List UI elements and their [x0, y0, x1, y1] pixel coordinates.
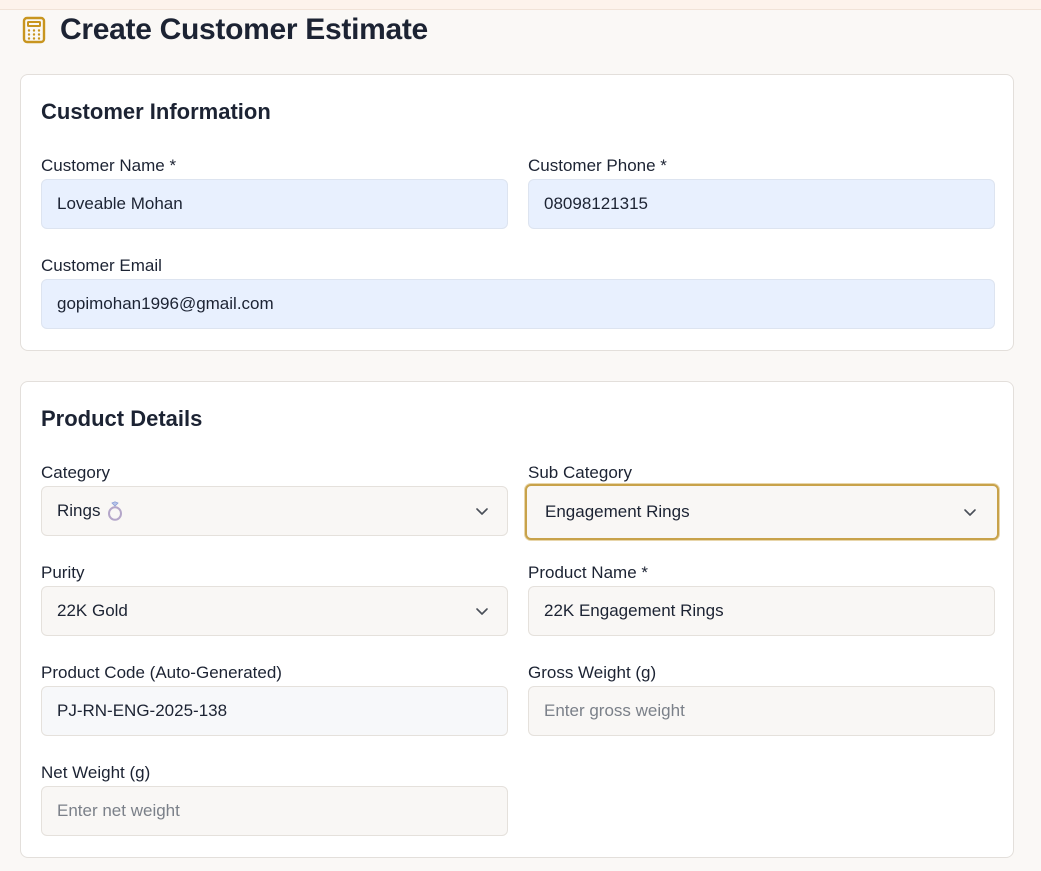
- purity-label: Purity: [41, 563, 85, 582]
- category-select[interactable]: Rings: [41, 486, 508, 536]
- product-code-field: Product Code (Auto-Generated) PJ-RN-ENG-…: [41, 662, 508, 736]
- customer-email-field: Customer Email gopimohan1996@gmail.com: [41, 255, 995, 329]
- gross-weight-input[interactable]: Enter gross weight: [528, 686, 995, 736]
- purity-value: 22K Gold: [57, 601, 128, 620]
- product-code-label: Product Code (Auto-Generated): [41, 663, 282, 682]
- product-name-field: Product Name * 22K Engagement Rings: [528, 562, 995, 636]
- section-title-customer: Customer Information: [41, 99, 271, 124]
- net-weight-input[interactable]: Enter net weight: [41, 786, 508, 836]
- customer-phone-value: 08098121315: [544, 194, 649, 213]
- customer-name-value: Loveable Mohan: [57, 194, 183, 213]
- section-title-product: Product Details: [41, 406, 203, 431]
- ring-icon: [107, 501, 123, 521]
- sub-category-value: Engagement Rings: [545, 502, 690, 521]
- chevron-down-icon: [476, 508, 488, 515]
- purity-field: Purity 22K Gold: [41, 562, 508, 636]
- gross-weight-placeholder: Enter gross weight: [544, 701, 685, 720]
- customer-email-label: Customer Email: [41, 256, 162, 275]
- customer-phone-input[interactable]: 08098121315: [528, 179, 995, 229]
- category-field: Category Rings: [41, 462, 508, 536]
- top-strip: [0, 0, 1041, 10]
- customer-phone-field: Customer Phone * 08098121315: [528, 155, 995, 229]
- customer-email-value: gopimohan1996@gmail.com: [57, 294, 274, 313]
- product-details-card: Product Details Category Rings Sub Categ…: [20, 381, 1014, 858]
- product-name-value: 22K Engagement Rings: [544, 601, 724, 620]
- net-weight-field: Net Weight (g) Enter net weight: [41, 762, 508, 836]
- customer-information-card: Customer Information Customer Name * Lov…: [20, 74, 1014, 351]
- net-weight-placeholder: Enter net weight: [57, 801, 180, 820]
- chevron-down-icon: [964, 509, 976, 516]
- page-title: Create Customer Estimate: [60, 13, 428, 46]
- category-value: Rings: [57, 501, 101, 520]
- net-weight-label: Net Weight (g): [41, 763, 151, 782]
- product-name-label: Product Name *: [528, 563, 648, 582]
- sub-category-select[interactable]: Engagement Rings: [525, 484, 999, 540]
- product-name-input[interactable]: 22K Engagement Rings: [528, 586, 995, 636]
- customer-email-input[interactable]: gopimohan1996@gmail.com: [41, 279, 995, 329]
- product-code-value: PJ-RN-ENG-2025-138: [57, 701, 228, 720]
- purity-select[interactable]: 22K Gold: [41, 586, 508, 636]
- page-header: Create Customer Estimate: [22, 13, 428, 46]
- category-label: Category: [41, 463, 110, 482]
- gross-weight-label: Gross Weight (g): [528, 663, 657, 682]
- customer-name-field: Customer Name * Loveable Mohan: [41, 155, 508, 229]
- chevron-down-icon: [476, 608, 488, 615]
- calculator-icon: [22, 16, 47, 44]
- customer-name-input[interactable]: Loveable Mohan: [41, 179, 508, 229]
- product-code-input[interactable]: PJ-RN-ENG-2025-138: [41, 686, 508, 736]
- customer-name-label: Customer Name *: [41, 156, 177, 175]
- sub-category-field: Sub Category Engagement Rings: [525, 462, 999, 540]
- customer-phone-label: Customer Phone *: [528, 156, 667, 175]
- sub-category-label: Sub Category: [528, 463, 632, 482]
- gross-weight-field: Gross Weight (g) Enter gross weight: [528, 662, 995, 736]
